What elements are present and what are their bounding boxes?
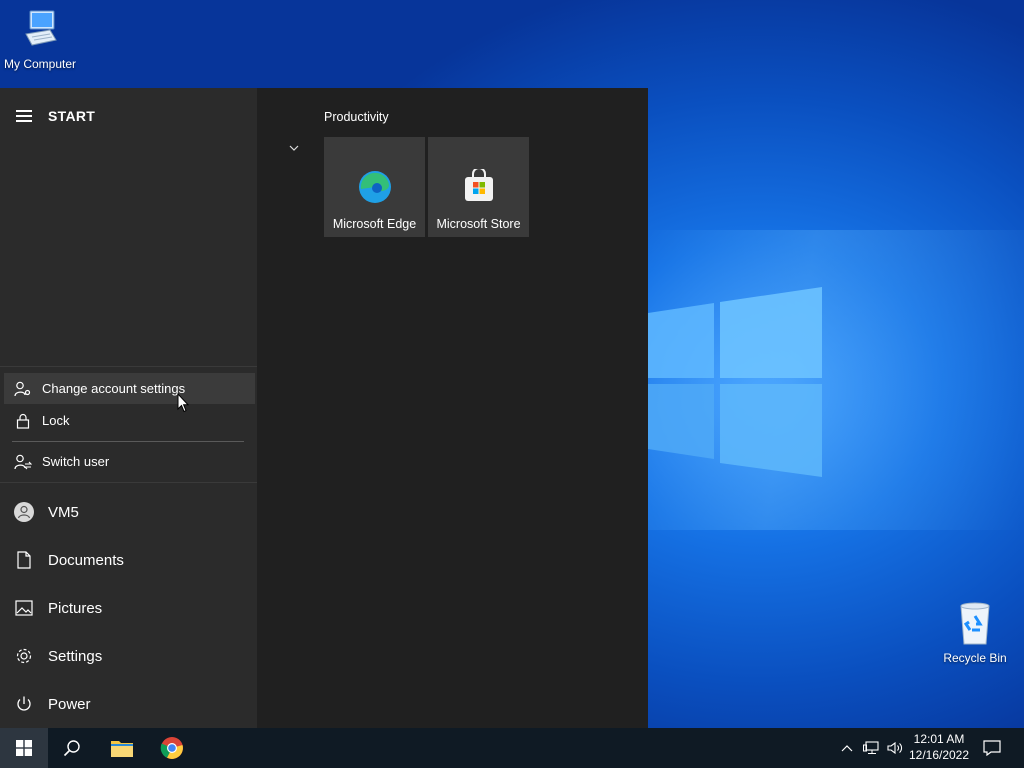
change-account-settings-item[interactable]: Change account settings <box>4 373 255 404</box>
search-icon <box>63 740 80 757</box>
taskbar-file-explorer[interactable] <box>98 728 146 768</box>
rail-item-power[interactable]: Power <box>0 680 257 728</box>
my-computer-label: My Computer <box>3 57 77 71</box>
tile-microsoft-edge[interactable]: Microsoft Edge <box>324 137 425 237</box>
rail-item-power-label: Power <box>48 695 91 713</box>
switch-user-item[interactable]: Switch user <box>4 446 255 477</box>
change-account-settings-label: Change account settings <box>42 381 186 396</box>
edge-icon <box>358 171 391 203</box>
lock-item[interactable]: Lock <box>4 405 255 436</box>
chrome-icon <box>160 737 183 759</box>
show-hidden-icons-button[interactable] <box>838 728 856 768</box>
recycle-bin-desktop-icon[interactable]: Recycle Bin <box>935 600 1015 665</box>
hamburger-menu-button[interactable] <box>0 88 48 144</box>
volume-icon <box>887 741 902 755</box>
avatar-icon <box>0 501 48 523</box>
windows-wallpaper-logo <box>648 287 822 477</box>
flyout-divider <box>12 441 244 442</box>
lock-icon <box>4 413 42 429</box>
start-title: START <box>48 108 96 124</box>
rail-item-documents-label: Documents <box>48 551 124 569</box>
rail-item-pictures[interactable]: Pictures <box>0 584 257 632</box>
rail-item-settings-label: Settings <box>48 647 103 665</box>
tile-group-title[interactable]: Productivity <box>324 110 389 124</box>
rail-item-documents[interactable]: Documents <box>0 536 257 584</box>
computer-icon <box>25 10 57 46</box>
rail-item-user[interactable]: VM5 <box>0 488 257 536</box>
notification-icon <box>983 740 1001 756</box>
tile-microsoft-store[interactable]: Microsoft Store <box>428 137 529 237</box>
gear-icon <box>0 647 48 665</box>
switch-user-icon <box>4 454 42 470</box>
taskbar: 12:01 AM 12/16/2022 <box>0 728 1024 768</box>
document-icon <box>0 551 48 569</box>
start-button[interactable] <box>0 728 48 768</box>
lock-label: Lock <box>42 413 70 428</box>
chevron-up-icon <box>841 745 853 752</box>
power-icon <box>0 695 48 713</box>
tile-microsoft-store-label: Microsoft Store <box>436 217 521 231</box>
pictures-icon <box>0 600 48 616</box>
action-center-button[interactable] <box>978 728 1006 768</box>
tile-microsoft-edge-label: Microsoft Edge <box>332 217 417 231</box>
rail-item-settings[interactable]: Settings <box>0 632 257 680</box>
hamburger-icon <box>16 115 32 117</box>
my-computer-desktop-icon[interactable]: My Computer <box>0 8 80 71</box>
taskbar-clock[interactable]: 12:01 AM 12/16/2022 <box>905 731 973 763</box>
start-header: START <box>0 88 257 144</box>
rail-item-user-label: VM5 <box>48 503 79 521</box>
windows-logo-icon <box>16 740 32 756</box>
volume-tray-button[interactable] <box>884 728 906 768</box>
chevron-down-icon[interactable] <box>286 142 302 154</box>
taskbar-search-button[interactable] <box>48 728 96 768</box>
account-settings-icon <box>4 381 42 397</box>
rail-item-pictures-label: Pictures <box>48 599 103 617</box>
clock-time: 12:01 AM <box>913 732 965 746</box>
network-icon <box>863 741 879 754</box>
folder-icon <box>111 741 133 757</box>
recycle-bin-icon <box>960 602 990 645</box>
recycle-bin-label: Recycle Bin <box>943 651 1007 665</box>
start-menu: START Change account settings Lock Switc… <box>0 88 648 728</box>
clock-date: 12/16/2022 <box>908 748 970 762</box>
store-icon <box>464 169 493 201</box>
switch-user-label: Switch user <box>42 454 110 469</box>
start-left-rail: START Change account settings Lock Switc… <box>0 88 257 728</box>
account-flyout: Change account settings Lock Switch user <box>0 366 257 483</box>
taskbar-google-chrome[interactable] <box>148 728 196 768</box>
network-tray-button[interactable] <box>860 728 882 768</box>
mouse-cursor-icon <box>177 393 189 413</box>
